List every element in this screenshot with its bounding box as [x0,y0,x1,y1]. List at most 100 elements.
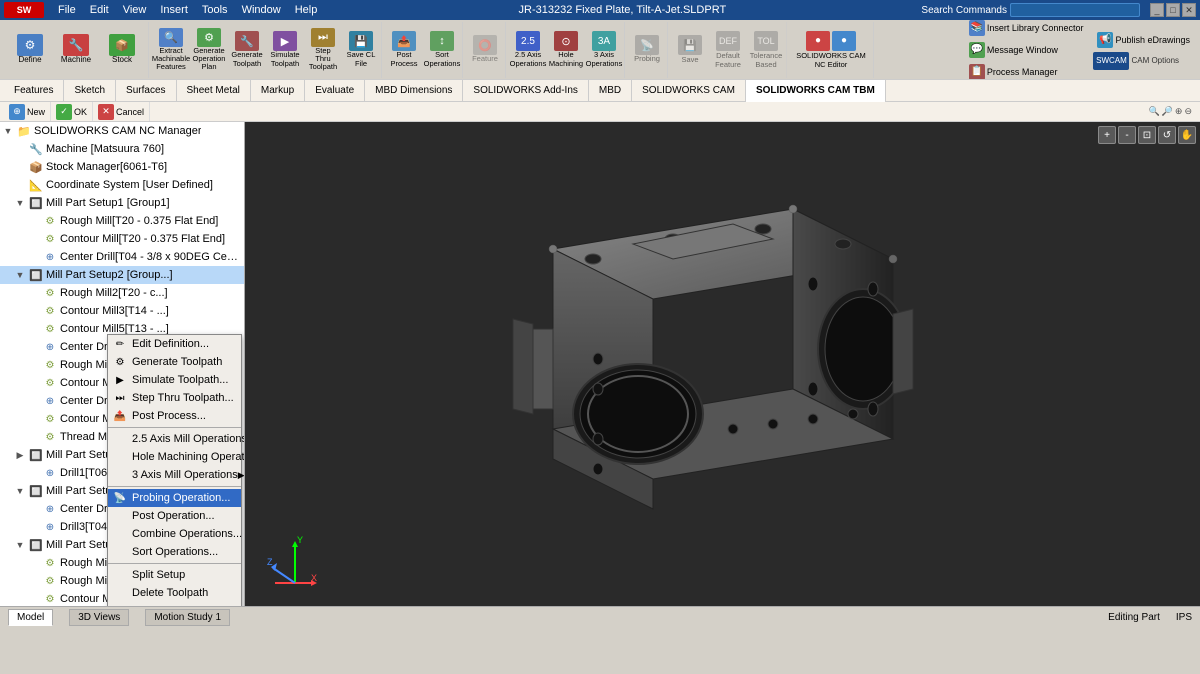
ctx-combine[interactable]: Combine Operations... [108,525,241,543]
ctx-step-thru[interactable]: ⏭ Step Thru Toolpath... [108,389,241,407]
expand-icon-1 [14,143,26,155]
vp-rotate[interactable]: ↺ [1158,126,1176,144]
toolbar-btn-step[interactable]: ⏭ Step Thru Toolpath [305,26,341,74]
toolbar-btn-hole[interactable]: ⊙ Hole Machining [548,26,584,74]
toolbar-small-btn1[interactable]: ⊕ New [4,102,51,122]
tree-item-9[interactable]: ⚙ Rough Mill2[T20 - c...] [0,284,244,302]
tab-mbd[interactable]: MBD [589,80,632,102]
toolbar-btn-simulate[interactable]: ▶ Simulate Toolpath [267,26,303,74]
ctx-sort-icon [112,544,128,560]
expand-icon-8[interactable]: ▼ [14,269,26,281]
toolbar-btn-generate-op[interactable]: ⚙ Generate Operation Plan [191,26,227,74]
tab-markup[interactable]: Markup [251,80,305,102]
expand-icon-20[interactable]: ▼ [14,485,26,497]
item-icon-9: ⚙ [42,285,58,301]
menu-edit[interactable]: Edit [84,3,115,17]
toolbar-btn-3axis[interactable]: 3A 3 Axis Operations [586,26,622,74]
menu-view[interactable]: View [117,3,153,17]
close-button[interactable]: ✕ [1182,3,1196,17]
tree-item-1[interactable]: 🔧 Machine [Matsuura 760] [0,140,244,158]
ctx-3axis[interactable]: 3 Axis Mill Operations ▶ [108,466,241,484]
status-tab-model[interactable]: Model [8,609,53,626]
tab-sheet-metal[interactable]: Sheet Metal [177,80,251,102]
toolbar-btn-post[interactable]: 📤 Post Process [386,26,422,74]
tab-solidworks-addins[interactable]: SOLIDWORKS Add-Ins [463,80,588,102]
toolbar-btn-sort[interactable]: ↕ Sort Operations [424,26,460,74]
expand-icon-5 [28,215,40,227]
tree-item-3[interactable]: 📐 Coordinate System [User Defined] [0,176,244,194]
toolbar-btn-probing[interactable]: 📡 Probing [629,26,665,74]
toolbar-btn-solidworks-cam[interactable]: ● ● SOLIDWORKS CAM NC Editor [791,26,871,74]
toolbar-btn-savecl[interactable]: 💾 Save CL File [343,26,379,74]
vp-zoom-out[interactable]: - [1118,126,1136,144]
ctx-post-operation[interactable]: Post Operation... [108,507,241,525]
ctx-post-process[interactable]: 📤 Post Process... [108,407,241,425]
ctx-split-setup[interactable]: Split Setup [108,566,241,584]
tree-item-4[interactable]: ▼ 🔲 Mill Part Setup1 [Group1] [0,194,244,212]
minimize-button[interactable]: _ [1150,3,1164,17]
ctx-probing-operation[interactable]: 📡 Probing Operation... [108,489,241,507]
vp-zoom-in[interactable]: + [1098,126,1116,144]
toolbar-small-btn2[interactable]: ✓ OK [51,102,93,122]
probing-icon: 📡 [635,35,659,55]
toolbar-btn-process-manager[interactable]: 📋 Process Manager [965,62,1062,81]
tree-item-10[interactable]: ⚙ Contour Mill3[T14 - ...] [0,302,244,320]
tree-item-2[interactable]: 📦 Stock Manager[6061-T6] [0,158,244,176]
menu-tools[interactable]: Tools [196,3,234,17]
ctx-generate-toolpath[interactable]: ⚙ Generate Toolpath [108,353,241,371]
expand-icon-26 [28,593,40,605]
status-tab-3dviews[interactable]: 3D Views [69,609,129,626]
viewport-toolbar: + - ⊡ ↺ ✋ [1098,126,1196,144]
toolbar-small-btn3[interactable]: ✕ Cancel [93,102,150,122]
menu-help[interactable]: Help [289,3,324,17]
tree-item-8[interactable]: ▼ 🔲 Mill Part Setup2 [Group...] [0,266,244,284]
tree-item-5[interactable]: ⚙ Rough Mill[T20 - 0.375 Flat End] [0,212,244,230]
expand-icon-15 [28,395,40,407]
toolbar-btn-save-disabled: 💾 Save [672,26,708,74]
expand-icon-4[interactable]: ▼ [14,197,26,209]
viewport[interactable]: + - ⊡ ↺ ✋ [245,122,1200,606]
tab-mbd-dimensions[interactable]: MBD Dimensions [365,80,463,102]
tree-item-7[interactable]: ⊕ Center Drill[T04 - 3/8 x 90DEG Center … [0,248,244,266]
toolbar-btn-library-connector[interactable]: 📚 Insert Library Connector [965,20,1088,38]
tab-solidworks-cam-tbm[interactable]: SOLIDWORKS CAM TBM [746,80,886,102]
toolbar-btn-stock[interactable]: 📦 Stock [100,26,144,74]
menu-insert[interactable]: Insert [154,3,194,17]
ctx-edit-definition[interactable]: ✏ Edit Definition... [108,335,241,353]
tree-item-6[interactable]: ⚙ Contour Mill[T20 - 0.375 Flat End] [0,230,244,248]
tab-evaluate[interactable]: Evaluate [305,80,365,102]
tree-label-7: Center Drill[T04 - 3/8 x 90DEG Center Dr… [60,251,240,263]
toolbar-btn-define[interactable]: ⚙ Define [8,26,52,74]
tab-solidworks-cam[interactable]: SOLIDWORKS CAM [632,80,746,102]
expand-icon-24 [28,557,40,569]
small-icon2: ✓ [56,104,72,120]
status-tab-motion[interactable]: Motion Study 1 [145,609,230,626]
tab-features[interactable]: Features [4,80,64,102]
ctx-generate-sheets[interactable]: Generate Setup Sheets... [108,602,241,606]
toolbar-btn-generate-tool[interactable]: 🔧 Generate Toolpath [229,26,265,74]
expand-icon-23[interactable]: ▼ [14,539,26,551]
ctx-hole[interactable]: Hole Machining Operations ▶ [108,448,241,466]
ctx-sort[interactable]: Sort Operations... [108,543,241,561]
status-bar: Model 3D Views Motion Study 1 Editing Pa… [0,606,1200,628]
ctx-25axis[interactable]: 2.5 Axis Mill Operations ▶ [108,430,241,448]
vp-zoom-fit[interactable]: ⊡ [1138,126,1156,144]
maximize-button[interactable]: □ [1166,3,1180,17]
item-icon-1: 🔧 [28,141,44,157]
vp-pan[interactable]: ✋ [1178,126,1196,144]
menu-file[interactable]: File [52,3,82,17]
toolbar-btn-machine[interactable]: 🔧 Machine [54,26,98,74]
expand-icon-18[interactable]: ▶ [14,449,26,461]
toolbar-btn-extract[interactable]: 🔍 Extract Machinable Features [153,26,189,74]
menu-window[interactable]: Window [236,3,287,17]
ctx-delete-toolpath[interactable]: Delete Toolpath [108,584,241,602]
toolbar-btn-publish[interactable]: 📢 Publish eDrawings [1093,30,1194,50]
tab-surfaces[interactable]: Surfaces [116,80,176,102]
ctx-postop-icon [112,508,128,524]
tab-sketch[interactable]: Sketch [64,80,116,102]
toolbar-btn-message-window[interactable]: 💬 Message Window [965,40,1062,60]
ctx-simulate-toolpath[interactable]: ▶ Simulate Toolpath... [108,371,241,389]
toolbar-btn-25axis[interactable]: 2.5 2.5 Axis Operations [510,26,546,74]
tree-item-0[interactable]: ▼ 📁 SOLIDWORKS CAM NC Manager [0,122,244,140]
expand-icon-0[interactable]: ▼ [2,125,14,137]
